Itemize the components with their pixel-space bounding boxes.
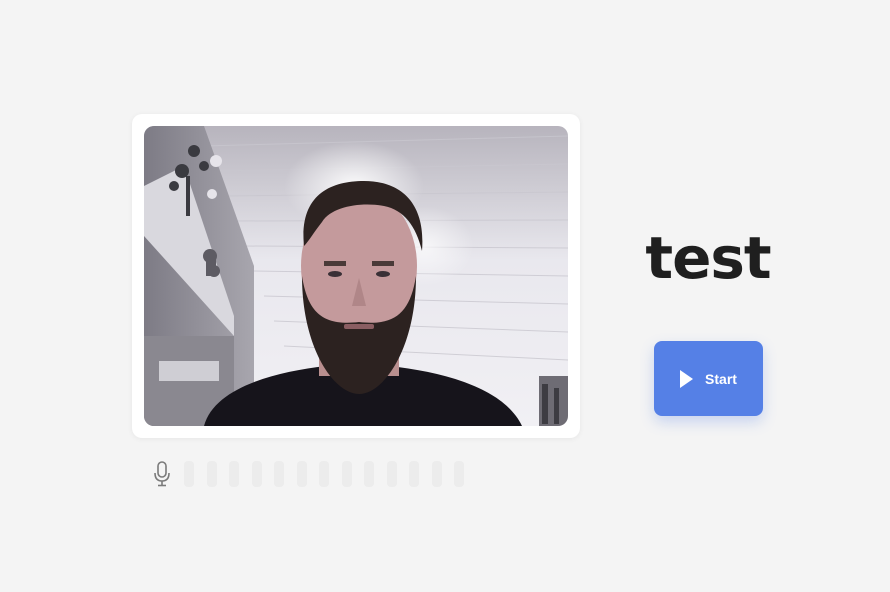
audio-level-bar [409,461,419,487]
audio-level-bar [341,461,352,487]
audio-level-bars [184,461,477,487]
page-title: test [645,224,771,292]
start-button-label: Start [705,370,737,387]
audio-meter [152,460,477,488]
audio-level-bar [386,461,397,487]
start-button[interactable]: Start [654,341,763,416]
audio-level-bar [296,461,307,487]
recording-stage: test Start [0,0,890,592]
audio-level-bar [251,461,262,487]
audio-level-bar [431,461,442,487]
audio-level-bar [454,461,464,487]
video-card [132,114,580,438]
microphone-icon [152,461,172,487]
audio-level-bar [206,461,217,487]
play-icon [680,369,694,388]
audio-level-bar [319,461,329,487]
audio-level-bar [184,461,194,487]
audio-level-bar [274,461,284,487]
audio-level-bar [229,461,239,487]
audio-level-bar [364,461,374,487]
webcam-preview [144,126,568,426]
